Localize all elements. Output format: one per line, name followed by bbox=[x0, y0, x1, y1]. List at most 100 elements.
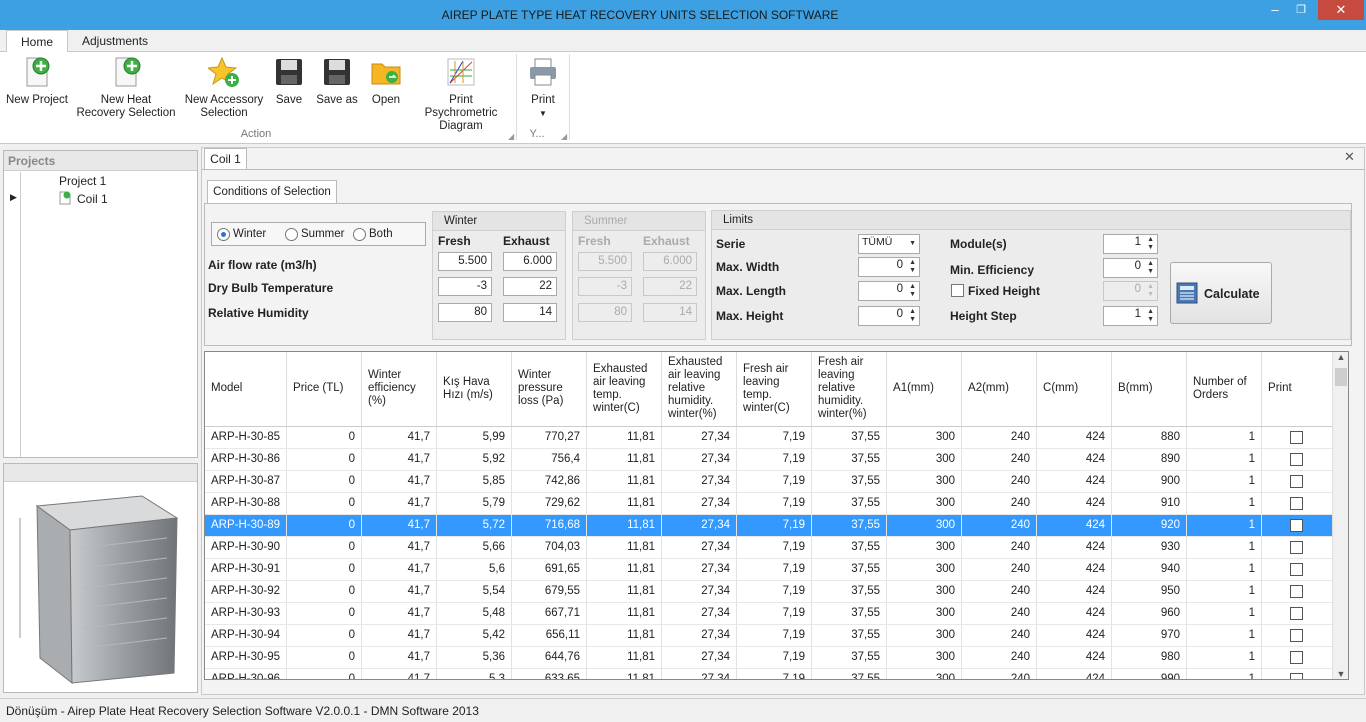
height-step-spinner[interactable]: 1 ▲ ▼ bbox=[1103, 306, 1158, 326]
spin-down-icon[interactable]: ▼ bbox=[1147, 316, 1154, 323]
column-header[interactable]: Winter efficiency (%) bbox=[361, 352, 438, 427]
table-row[interactable]: ARP-H-30-96 0 41,7 5,3 633,65 11,81 27,34 7,19 3… bbox=[205, 668, 1338, 679]
print-checkbox[interactable] bbox=[1289, 496, 1303, 510]
save-button[interactable]: Save bbox=[270, 56, 308, 107]
print-checkbox[interactable] bbox=[1289, 518, 1303, 532]
close-button[interactable]: ✕ bbox=[1318, 0, 1364, 20]
print-checkbox[interactable] bbox=[1289, 540, 1303, 554]
column-header[interactable]: B(mm) bbox=[1111, 352, 1188, 427]
radio-summer[interactable] bbox=[285, 228, 298, 241]
summer-exhaust-temp[interactable]: 22 bbox=[643, 277, 697, 296]
winter-exhaust-humidity[interactable]: 14 bbox=[503, 303, 557, 322]
scroll-up-icon[interactable]: ▲ bbox=[1333, 352, 1348, 362]
tree-project-1[interactable]: Project 1 bbox=[59, 174, 106, 188]
spin-down-icon[interactable]: ▼ bbox=[909, 267, 916, 274]
table-row[interactable]: ARP-H-30-88 0 41,7 5,79 729,62 11,81 27,34 7,19… bbox=[205, 492, 1338, 515]
open-button[interactable]: Open bbox=[366, 56, 406, 107]
spin-up-icon[interactable]: ▲ bbox=[1147, 260, 1154, 267]
summer-exhaust-airflow[interactable]: 6.000 bbox=[643, 252, 697, 271]
winter-fresh-temp[interactable]: -3 bbox=[438, 277, 492, 296]
print-checkbox[interactable] bbox=[1289, 650, 1303, 664]
summer-fresh-airflow[interactable]: 5.500 bbox=[578, 252, 632, 271]
spin-up-icon[interactable]: ▲ bbox=[909, 283, 916, 290]
spin-up-icon[interactable]: ▲ bbox=[1147, 308, 1154, 315]
spin-up-icon[interactable]: ▲ bbox=[1147, 283, 1154, 290]
new-project-button[interactable]: New Project bbox=[4, 56, 70, 107]
print-checkbox[interactable] bbox=[1289, 562, 1303, 576]
modules-spinner[interactable]: 1 ▲ ▼ bbox=[1103, 234, 1158, 254]
winter-exhaust-temp[interactable]: 22 bbox=[503, 277, 557, 296]
column-header[interactable]: Fresh air leaving relative humidity. win… bbox=[811, 352, 888, 427]
print-checkbox[interactable] bbox=[1289, 672, 1303, 679]
tab-coil-1[interactable]: Coil 1 bbox=[204, 148, 247, 170]
vertical-scrollbar[interactable]: ▲ ▼ bbox=[1332, 352, 1348, 679]
column-header[interactable]: Number of Orders bbox=[1186, 352, 1263, 427]
group-launcher-icon[interactable]: ◢ bbox=[561, 132, 567, 141]
print-checkbox[interactable] bbox=[1289, 628, 1303, 642]
table-row[interactable]: ARP-H-30-85 0 41,7 5,99 770,27 11,81 27,34 7,19… bbox=[205, 426, 1338, 449]
spin-down-icon[interactable]: ▼ bbox=[1147, 291, 1154, 298]
table-row[interactable]: ARP-H-30-92 0 41,7 5,54 679,55 11,81 27,34 7,19… bbox=[205, 580, 1338, 603]
tab-home[interactable]: Home bbox=[6, 30, 69, 53]
scrollbar-thumb[interactable] bbox=[1335, 368, 1347, 386]
close-tab-icon[interactable]: ✕ bbox=[1344, 149, 1355, 165]
column-header[interactable]: Kış Hava Hızı (m/s) bbox=[436, 352, 513, 427]
print-checkbox[interactable] bbox=[1289, 606, 1303, 620]
restore-button[interactable]: ❐ bbox=[1286, 0, 1316, 22]
new-accessory-selection-button[interactable]: New Accessory Selection bbox=[184, 56, 264, 120]
summer-fresh-temp[interactable]: -3 bbox=[578, 277, 632, 296]
print-checkbox[interactable] bbox=[1289, 452, 1303, 466]
tree-coil-1[interactable]: Coil 1 bbox=[77, 192, 108, 206]
spin-down-icon[interactable]: ▼ bbox=[909, 291, 916, 298]
column-header[interactable]: C(mm) bbox=[1036, 352, 1113, 427]
table-row[interactable]: ARP-H-30-89 0 41,7 5,72 716,68 11,81 27,34 7,19… bbox=[205, 514, 1338, 537]
table-row[interactable]: ARP-H-30-90 0 41,7 5,66 704,03 11,81 27,34 7,19… bbox=[205, 536, 1338, 559]
print-checkbox[interactable] bbox=[1289, 474, 1303, 488]
radio-both[interactable] bbox=[353, 228, 366, 241]
min-efficiency-spinner[interactable]: 0 ▲ ▼ bbox=[1103, 258, 1158, 278]
column-header[interactable]: Model bbox=[205, 352, 288, 427]
table-row[interactable]: ARP-H-30-93 0 41,7 5,48 667,71 11,81 27,34 7,19… bbox=[205, 602, 1338, 625]
fixed-height-checkbox[interactable] bbox=[951, 284, 964, 297]
spin-down-icon[interactable]: ▼ bbox=[1147, 244, 1154, 251]
column-header[interactable]: A2(mm) bbox=[961, 352, 1038, 427]
winter-exhaust-airflow[interactable]: 6.000 bbox=[503, 252, 557, 271]
winter-fresh-airflow[interactable]: 5.500 bbox=[438, 252, 492, 271]
summer-exhaust-humidity[interactable]: 14 bbox=[643, 303, 697, 322]
summer-fresh-humidity[interactable]: 80 bbox=[578, 303, 632, 322]
print-psychrometric-diagram-button[interactable]: Print Psychrometric Diagram bbox=[412, 56, 510, 133]
scroll-down-icon[interactable]: ▼ bbox=[1333, 669, 1348, 679]
max-length-spinner[interactable]: 0 ▲ ▼ bbox=[858, 281, 920, 301]
column-header[interactable]: Exhausted air leaving temp. winter(C) bbox=[586, 352, 663, 427]
group-launcher-icon[interactable]: ◢ bbox=[508, 132, 514, 141]
new-heat-recovery-selection-button[interactable]: New Heat Recovery Selection bbox=[76, 56, 176, 120]
table-row[interactable]: ARP-H-30-87 0 41,7 5,85 742,86 11,81 27,34 7,19… bbox=[205, 470, 1338, 493]
winter-fresh-humidity[interactable]: 80 bbox=[438, 303, 492, 322]
spin-up-icon[interactable]: ▲ bbox=[909, 259, 916, 266]
column-header[interactable]: Exhausted air leaving relative humidity.… bbox=[661, 352, 738, 427]
column-header[interactable]: Fresh air leaving temp. winter(C) bbox=[736, 352, 813, 427]
spin-up-icon[interactable]: ▲ bbox=[909, 308, 916, 315]
column-header[interactable]: Winter pressure loss (Pa) bbox=[511, 352, 588, 427]
save-as-button[interactable]: Save as bbox=[314, 56, 360, 107]
tab-adjustments[interactable]: Adjustments bbox=[68, 30, 162, 52]
column-header[interactable]: Price (TL) bbox=[286, 352, 363, 427]
radio-winter[interactable] bbox=[217, 228, 230, 241]
spin-down-icon[interactable]: ▼ bbox=[1147, 268, 1154, 275]
print-checkbox[interactable] bbox=[1289, 584, 1303, 598]
fixed-height-spinner[interactable]: 0 ▲ ▼ bbox=[1103, 281, 1158, 301]
table-row[interactable]: ARP-H-30-91 0 41,7 5,6 691,65 11,81 27,34 7,19 3… bbox=[205, 558, 1338, 581]
spin-up-icon[interactable]: ▲ bbox=[1147, 236, 1154, 243]
max-width-spinner[interactable]: 0 ▲ ▼ bbox=[858, 257, 920, 277]
table-row[interactable]: ARP-H-30-94 0 41,7 5,42 656,11 11,81 27,34 7,19… bbox=[205, 624, 1338, 647]
table-row[interactable]: ARP-H-30-86 0 41,7 5,92 756,4 11,81 27,34 7,19 3… bbox=[205, 448, 1338, 471]
print-checkbox[interactable] bbox=[1289, 430, 1303, 444]
print-button[interactable]: Print ▼ bbox=[522, 56, 564, 120]
table-row[interactable]: ARP-H-30-95 0 41,7 5,36 644,76 11,81 27,34 7,19… bbox=[205, 646, 1338, 669]
calculate-button[interactable]: Calculate bbox=[1170, 262, 1272, 324]
tab-conditions-of-selection[interactable]: Conditions of Selection bbox=[207, 180, 337, 204]
serie-select[interactable]: TÜMÜ ▼ bbox=[858, 234, 920, 254]
spin-down-icon[interactable]: ▼ bbox=[909, 316, 916, 323]
column-header[interactable]: A1(mm) bbox=[886, 352, 963, 427]
column-header[interactable]: Print bbox=[1261, 352, 1338, 427]
